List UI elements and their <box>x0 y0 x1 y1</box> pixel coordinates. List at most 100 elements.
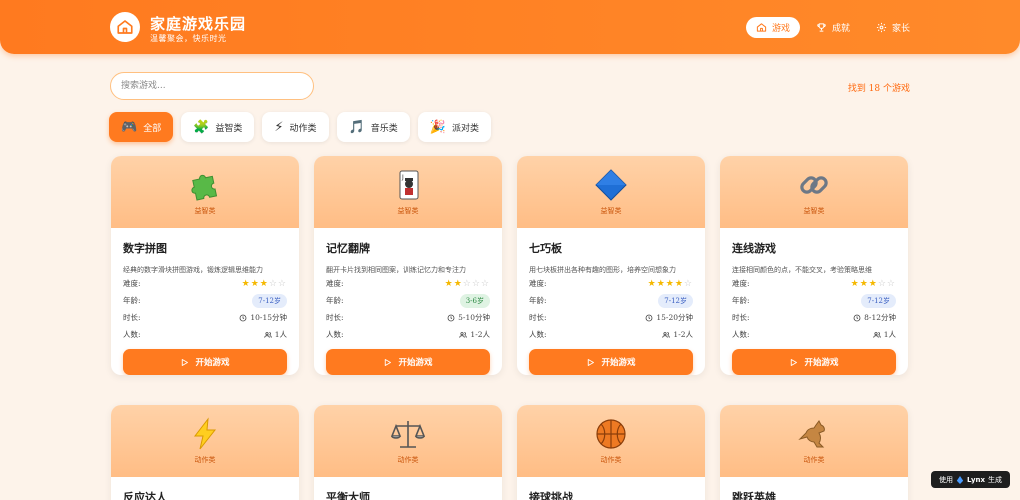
card-category: 益智类 <box>803 207 825 215</box>
start-game-label: 开始游戏 <box>601 358 636 368</box>
card-title: 七巧板 <box>529 242 562 255</box>
difficulty-row: 难度: ★★★☆☆ <box>732 275 896 292</box>
users-icon <box>263 331 272 338</box>
age-row: 年龄: 3-6岁 <box>326 292 490 309</box>
filter-puzzle[interactable]: 🧩 益智类 <box>181 112 255 142</box>
duration-label: 时长: <box>326 313 344 322</box>
age-label: 年龄: <box>123 296 141 305</box>
card-title: 接球挑战 <box>529 491 573 500</box>
home-logo[interactable] <box>110 12 140 42</box>
playing-card-icon: J <box>391 168 425 202</box>
home-icon <box>756 23 767 32</box>
difficulty-row: 难度: ★★★☆☆ <box>123 275 287 292</box>
players-value: 1-2人 <box>470 330 490 339</box>
difficulty-stars: ★★★☆☆ <box>241 278 287 289</box>
search-input[interactable] <box>110 72 314 100</box>
difficulty-label: 难度: <box>326 279 344 288</box>
card-category: 益智类 <box>397 207 419 215</box>
trophy-icon <box>817 23 826 32</box>
category-filters: 🎮 全部 🧩 益智类 ⚡ 动作类 🎵 音乐类 🎉 派对类 <box>109 112 491 142</box>
card-header: 动作类 <box>720 405 908 477</box>
card-header: 益智类 <box>720 156 908 228</box>
users-icon <box>459 331 468 338</box>
kangaroo-icon <box>797 417 831 451</box>
game-card: 益智类 连线游戏 连接相同颜色的点，不能交叉，考验策略思维 难度: ★★★☆☆ … <box>720 156 908 375</box>
game-card: 动作类 反应达人 <box>111 405 299 500</box>
start-game-button[interactable]: 开始游戏 <box>529 349 693 375</box>
difficulty-row: 难度: ★★★★☆ <box>529 275 693 292</box>
difficulty-stars: ★★★☆☆ <box>850 278 896 289</box>
play-icon <box>182 358 189 366</box>
age-badge: 7-12岁 <box>252 293 287 308</box>
filter-music[interactable]: 🎵 音乐类 <box>336 112 410 142</box>
duration-row: 时长: 8-12分钟 <box>732 309 896 326</box>
start-game-button[interactable]: 开始游戏 <box>326 349 490 375</box>
game-card: J 益智类 记忆翻牌 翻开卡片找到相同图案，训练记忆力和专注力 难度: ★★☆☆… <box>314 156 502 375</box>
players-row: 人数: 1人 <box>123 326 287 343</box>
card-description: 用七块板拼出各种有趣的图形，培养空间想象力 <box>529 266 676 274</box>
lightning-icon: ⚡ <box>274 119 284 135</box>
main-nav: 游戏 成就 家长 <box>745 17 920 38</box>
nav-parents[interactable]: 家长 <box>866 17 920 38</box>
card-header: 益智类 <box>517 156 705 228</box>
game-card: 动作类 接球挑战 <box>517 405 705 500</box>
clock-icon <box>239 314 247 321</box>
start-game-button[interactable]: 开始游戏 <box>732 349 896 375</box>
filter-action-label: 动作类 <box>289 123 317 134</box>
card-header: 动作类 <box>517 405 705 477</box>
play-icon <box>588 358 595 366</box>
nav-games-label: 游戏 <box>771 24 790 34</box>
start-game-button[interactable]: 开始游戏 <box>123 349 287 375</box>
players-row: 人数: 1人 <box>732 326 896 343</box>
game-card: 益智类 七巧板 用七块板拼出各种有趣的图形，培养空间想象力 难度: ★★★★☆ … <box>517 156 705 375</box>
duration-value: 8-12分钟 <box>864 313 896 322</box>
card-header: 动作类 <box>111 405 299 477</box>
users-icon <box>872 331 881 338</box>
party-popper-icon: 🎉 <box>429 119 446 135</box>
duration-value: 5-10分钟 <box>458 313 490 322</box>
chain-link-icon <box>797 168 831 202</box>
users-icon <box>662 331 671 338</box>
duration-value: 10-15分钟 <box>250 313 287 322</box>
difficulty-label: 难度: <box>123 279 141 288</box>
card-header: J 益智类 <box>314 156 502 228</box>
lynx-logo-icon <box>956 475 964 484</box>
diamond-icon <box>594 168 628 202</box>
card-title: 连线游戏 <box>732 242 776 255</box>
app-header: 家庭游戏乐园 温馨聚会，快乐时光 游戏 成就 家长 <box>0 0 1020 54</box>
filter-puzzle-label: 益智类 <box>215 123 243 134</box>
game-card: 动作类 跳跃英雄 <box>720 405 908 500</box>
duration-value: 15-20分钟 <box>656 313 693 322</box>
app-subtitle: 温馨聚会，快乐时光 <box>150 34 227 43</box>
card-description: 连接相同颜色的点，不能交叉，考验策略思维 <box>732 266 872 274</box>
clock-icon <box>853 314 861 321</box>
made-with-lynx-badge[interactable]: 使用 Lynx 生成 <box>930 471 1010 488</box>
app-title: 家庭游戏乐园 <box>150 15 247 33</box>
filter-party-label: 派对类 <box>451 123 479 134</box>
filter-action[interactable]: ⚡ 动作类 <box>262 112 329 142</box>
puzzle-icon: 🧩 <box>193 119 210 135</box>
players-value: 1-2人 <box>673 330 693 339</box>
difficulty-stars: ★★☆☆☆ <box>444 278 490 289</box>
age-label: 年龄: <box>326 296 344 305</box>
play-icon <box>385 358 392 366</box>
age-row: 年龄: 7-12岁 <box>529 292 693 309</box>
players-label: 人数: <box>529 330 547 339</box>
game-controller-icon: 🎮 <box>121 119 138 135</box>
nav-achievements[interactable]: 成就 <box>806 17 860 38</box>
age-badge: 3-6岁 <box>459 293 490 308</box>
filter-all[interactable]: 🎮 全部 <box>109 112 174 142</box>
game-card: 益智类 数字拼图 经典的数字滑块拼图游戏，锻炼逻辑思维能力 难度: ★★★☆☆ … <box>111 156 299 375</box>
filter-party[interactable]: 🎉 派对类 <box>417 112 491 142</box>
nav-parents-label: 家长 <box>891 24 910 34</box>
duration-label: 时长: <box>732 313 750 322</box>
card-title: 平衡大师 <box>326 491 370 500</box>
duration-row: 时长: 5-10分钟 <box>326 309 490 326</box>
badge-suffix: 生成 <box>988 475 1002 484</box>
card-description: 翻开卡片找到相同图案，训练记忆力和专注力 <box>326 266 466 274</box>
nav-games[interactable]: 游戏 <box>745 17 800 38</box>
age-badge: 7-12岁 <box>861 293 896 308</box>
difficulty-label: 难度: <box>732 279 750 288</box>
filter-all-label: 全部 <box>143 123 162 134</box>
age-row: 年龄: 7-12岁 <box>123 292 287 309</box>
